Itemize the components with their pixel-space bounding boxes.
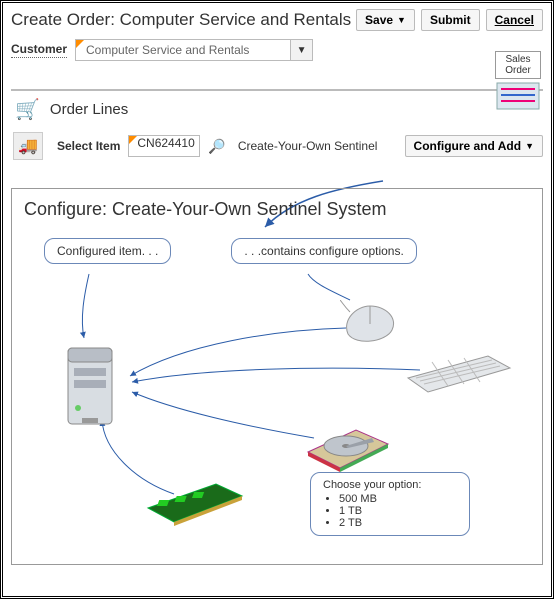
- order-lines-heading: Order Lines: [50, 101, 128, 118]
- hard-drive-icon: [302, 410, 392, 474]
- options-callout: Choose your option: 500 MB 1 TB 2 TB: [310, 472, 470, 536]
- search-icon[interactable]: 🔍: [208, 138, 225, 155]
- configure-title: Configure: Create-Your-Own Sentinel Syst…: [24, 199, 530, 220]
- required-corner-icon: [129, 136, 137, 144]
- sales-badge-line1: Sales: [496, 54, 540, 65]
- configure-panel: Configure: Create-Your-Own Sentinel Syst…: [11, 188, 543, 565]
- configure-and-add-button[interactable]: Configure and Add▼: [405, 135, 543, 157]
- sales-badge-line2: Order: [496, 65, 540, 76]
- callout-configure-options: . . .contains configure options.: [231, 238, 416, 264]
- chevron-down-icon[interactable]: ▼: [290, 40, 312, 60]
- keyboard-icon: [404, 350, 512, 394]
- cart-icon: 🛒: [15, 97, 40, 122]
- truck-icon: 🚚: [13, 132, 43, 160]
- option-item: 1 TB: [339, 505, 457, 517]
- chevron-down-icon: ▼: [397, 15, 406, 25]
- options-title: Choose your option:: [323, 479, 457, 491]
- select-item-label: Select Item: [57, 139, 120, 153]
- save-button[interactable]: Save ▼: [356, 9, 415, 31]
- callout-configured-item: Configured item. . .: [44, 238, 171, 264]
- server-icon: [60, 342, 124, 430]
- cancel-button[interactable]: Cancel: [486, 9, 543, 31]
- mouse-icon: [340, 300, 400, 344]
- item-code-input[interactable]: CN624410: [128, 135, 200, 157]
- customer-select[interactable]: Computer Service and Rentals ▼: [75, 39, 313, 61]
- required-corner-icon: [76, 40, 84, 48]
- save-label: Save: [365, 13, 393, 27]
- sales-order-badge: Sales Order: [495, 51, 541, 111]
- page-title: Create Order: Computer Service and Renta…: [11, 10, 351, 30]
- option-item: 2 TB: [339, 517, 457, 529]
- diagram-area: Choose your option: 500 MB 1 TB 2 TB: [24, 270, 530, 550]
- item-code-value: CN624410: [137, 136, 194, 150]
- action-buttons: Save ▼ Submit Cancel: [356, 9, 543, 31]
- sales-order-icon: [495, 81, 541, 111]
- customer-value: Computer Service and Rentals: [76, 43, 290, 57]
- chevron-down-icon: ▼: [525, 141, 534, 151]
- item-name: Create-Your-Own Sentinel: [238, 139, 378, 153]
- configure-add-label: Configure and Add: [414, 139, 522, 153]
- submit-button[interactable]: Submit: [421, 9, 480, 31]
- option-item: 500 MB: [339, 493, 457, 505]
- customer-label: Customer: [11, 42, 67, 58]
- expansion-card-icon: [144, 476, 244, 526]
